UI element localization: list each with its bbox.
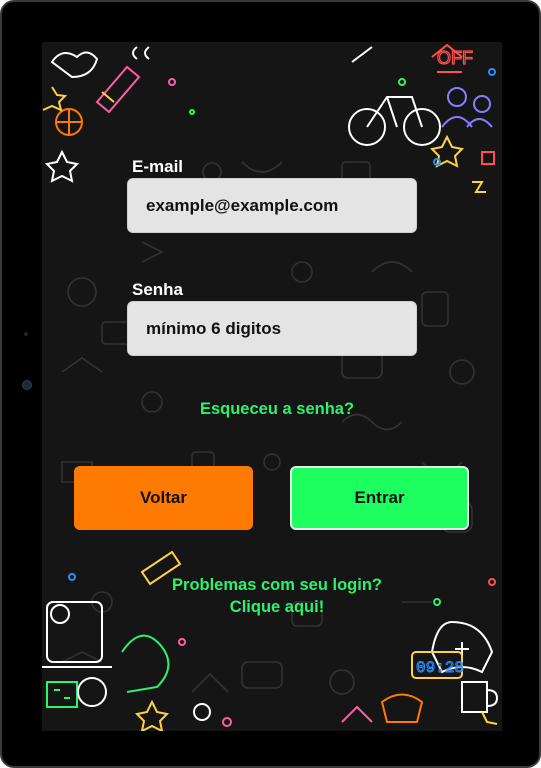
email-field[interactable]: example@example.com xyxy=(127,178,417,233)
proximity-sensor xyxy=(24,332,28,336)
app-screen: OFF 09:28 E-mail example@example.com Sen… xyxy=(42,42,502,731)
password-field[interactable]: mínimo 6 digitos xyxy=(127,301,417,356)
login-help-link[interactable]: Problemas com seu login? Clique aqui! xyxy=(152,574,402,618)
forgot-password-link[interactable]: Esqueceu a senha? xyxy=(172,400,382,419)
password-label: Senha xyxy=(132,280,184,299)
tablet-frame: OFF 09:28 E-mail example@example.com Sen… xyxy=(0,0,541,768)
login-help-line-1: Problemas com seu login? xyxy=(172,576,382,594)
login-help-line-2: Clique aqui! xyxy=(229,598,325,616)
svg-text:OFF: OFF xyxy=(437,48,473,68)
back-button[interactable]: Voltar xyxy=(74,466,253,530)
front-camera xyxy=(22,380,32,390)
email-label: E-mail xyxy=(132,157,184,176)
enter-button[interactable]: Entrar xyxy=(290,466,469,530)
svg-text:09:28: 09:28 xyxy=(416,659,464,677)
doodle-background: OFF 09:28 xyxy=(42,43,499,731)
